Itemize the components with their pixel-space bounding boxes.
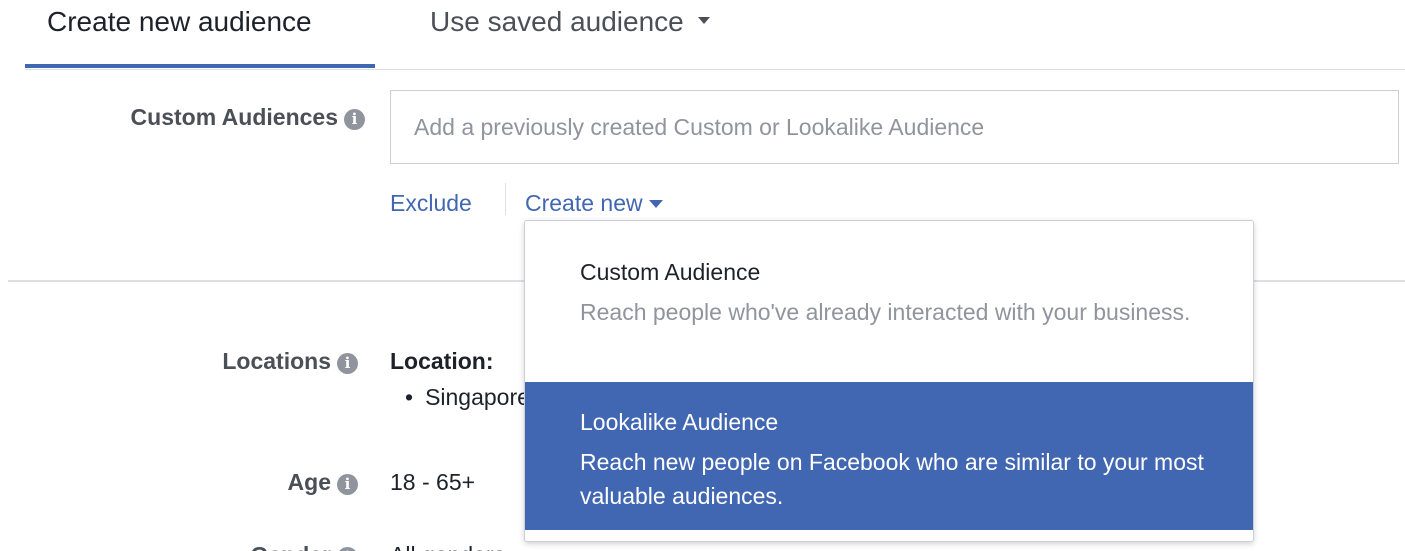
create-new-dropdown-menu: Custom Audience Reach people who've alre… bbox=[524, 220, 1254, 542]
custom-audiences-label: Custom Audiences i bbox=[131, 104, 365, 131]
active-tab-indicator bbox=[25, 64, 375, 68]
audience-editor: Create new audience Use saved audience C… bbox=[0, 0, 1405, 551]
age-range-value[interactable]: 18 - 65+ bbox=[390, 469, 475, 496]
exclude-link-label: Exclude bbox=[390, 190, 472, 216]
tab-create-new-label: Create new audience bbox=[47, 6, 312, 37]
caret-down-icon bbox=[648, 200, 663, 208]
info-icon[interactable]: i bbox=[337, 474, 358, 495]
create-new-dropdown-button[interactable]: Create new bbox=[525, 190, 663, 217]
tab-use-saved-audience[interactable]: Use saved audience bbox=[430, 5, 710, 39]
custom-audience-search-input[interactable] bbox=[390, 90, 1399, 164]
caret-down-icon bbox=[697, 17, 710, 25]
tab-use-saved-label: Use saved audience bbox=[430, 6, 684, 37]
menu-item-description: Reach people who've already interacted w… bbox=[580, 299, 1191, 325]
info-icon[interactable]: i bbox=[337, 547, 358, 551]
create-new-label: Create new bbox=[525, 190, 643, 216]
age-label-text: Age bbox=[287, 469, 331, 495]
tab-create-new-audience[interactable]: Create new audience bbox=[47, 5, 312, 39]
menu-item-title: Custom Audience bbox=[580, 259, 761, 285]
link-separator bbox=[505, 183, 506, 215]
exclude-link[interactable]: Exclude bbox=[390, 190, 472, 217]
location-value: Singapore bbox=[425, 384, 530, 410]
custom-audiences-label-text: Custom Audiences bbox=[130, 104, 338, 130]
gender-value[interactable]: All genders bbox=[390, 542, 505, 551]
info-icon[interactable]: i bbox=[337, 353, 358, 374]
menu-item-description: Reach new people on Facebook who are sim… bbox=[580, 449, 1204, 509]
info-icon[interactable]: i bbox=[344, 109, 365, 130]
menu-item-lookalike-audience[interactable]: Lookalike Audience Reach new people on F… bbox=[525, 382, 1253, 530]
bullet: • bbox=[405, 384, 414, 410]
locations-label-text: Locations bbox=[222, 348, 331, 374]
locations-label: Locations i bbox=[222, 348, 358, 375]
audience-tabs: Create new audience Use saved audience bbox=[0, 0, 1405, 70]
menu-item-custom-audience[interactable]: Custom Audience Reach people who've alre… bbox=[525, 221, 1253, 382]
age-label: Age i bbox=[288, 469, 358, 496]
location-list-item: • Singapore bbox=[405, 384, 530, 411]
gender-label: Gender i bbox=[250, 542, 358, 551]
tabs-divider bbox=[25, 69, 1405, 70]
location-heading: Location: bbox=[390, 348, 494, 374]
gender-label-text: Gender bbox=[250, 542, 331, 551]
menu-item-title: Lookalike Audience bbox=[580, 409, 779, 435]
